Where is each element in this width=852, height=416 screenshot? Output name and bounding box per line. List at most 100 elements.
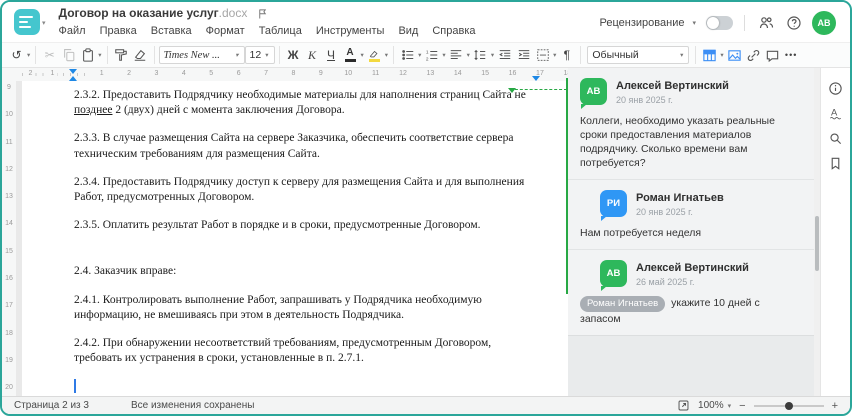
- user-avatar[interactable]: АВ: [812, 11, 836, 35]
- chevron-down-icon[interactable]: ▾: [692, 19, 696, 27]
- info-icon[interactable]: [827, 79, 845, 97]
- zoom-level-select[interactable]: 100% ▾: [698, 400, 731, 411]
- copy-icon[interactable]: [59, 45, 78, 65]
- insert-table-icon[interactable]: [700, 45, 719, 65]
- underline-button[interactable]: Ч: [322, 45, 341, 65]
- vertical-ruler[interactable]: 9 10 11 12 13 14 15 16 17 18 19 20: [2, 81, 16, 396]
- bookmark-icon[interactable]: [827, 154, 845, 172]
- document-extension: .docx: [218, 6, 248, 20]
- insert-image-icon[interactable]: [725, 45, 744, 65]
- bold-button[interactable]: Ж: [284, 45, 303, 65]
- menu-item[interactable]: Формат: [206, 25, 245, 37]
- paragraph[interactable]: 2.4.2. При обнаружении несоответствий тр…: [74, 336, 539, 366]
- menu-item[interactable]: Файл: [59, 25, 86, 37]
- svg-text:1: 1: [426, 49, 429, 55]
- help-icon[interactable]: [784, 13, 804, 33]
- highlight-dropdown-icon[interactable]: ▾: [384, 51, 389, 59]
- menu-item[interactable]: Вид: [398, 25, 418, 37]
- table-dropdown-icon[interactable]: ▾: [719, 51, 724, 59]
- search-icon[interactable]: [827, 129, 845, 147]
- mention-chip[interactable]: Роман Игнатьев: [580, 296, 666, 312]
- chevron-down-icon[interactable]: ▾: [42, 19, 46, 27]
- paste-dropdown-icon[interactable]: ▾: [97, 51, 102, 59]
- ruler-number: 16: [498, 70, 527, 77]
- review-toggle[interactable]: [706, 16, 733, 30]
- comment[interactable]: РИ Роман Игнатьев 20 янв 2025 г. Нам пот…: [568, 180, 814, 250]
- divider: [580, 46, 582, 64]
- paragraph[interactable]: 2.3.4. Предоставить Подрядчику доступ к …: [74, 175, 539, 205]
- undo-dropdown-icon[interactable]: ▾: [26, 51, 31, 59]
- zoom-out-button[interactable]: −: [739, 400, 745, 412]
- paragraph-text: 2.4.1. Контролировать выполнение Работ, …: [74, 293, 482, 321]
- favorite-flag-icon[interactable]: [257, 8, 268, 20]
- numbered-list-dropdown-icon[interactable]: ▾: [441, 51, 446, 59]
- fit-width-icon[interactable]: [677, 399, 690, 412]
- ruler-number: 11: [361, 70, 390, 77]
- zoom-in-button[interactable]: +: [832, 400, 838, 412]
- ruler-number: 6: [224, 70, 253, 77]
- comment[interactable]: АВ Алексей Вертинский 20 янв 2025 г. Кол…: [568, 68, 814, 180]
- italic-button[interactable]: К: [303, 45, 322, 65]
- zoom-slider-handle[interactable]: [784, 401, 793, 410]
- insert-link-icon[interactable]: [744, 45, 763, 65]
- menu-item[interactable]: Инструменты: [316, 25, 385, 37]
- save-status: Все изменения сохранены: [130, 400, 255, 411]
- zoom-slider[interactable]: [753, 401, 824, 410]
- paragraph-style-select[interactable]: Обычный ▾: [587, 46, 690, 64]
- menu-item[interactable]: Правка: [100, 25, 137, 37]
- divider: [278, 46, 280, 64]
- ruler-number: 16: [5, 275, 13, 283]
- bullet-list-icon[interactable]: [398, 45, 417, 65]
- ruler-number: 14: [5, 220, 13, 228]
- page-indicator[interactable]: Страница 2 из 3: [14, 400, 89, 411]
- insert-comment-icon[interactable]: [763, 45, 782, 65]
- paragraph-borders-icon[interactable]: [533, 45, 552, 65]
- menu-item[interactable]: Вставка: [151, 25, 192, 37]
- clear-style-icon[interactable]: [131, 45, 150, 65]
- app-header: ▾ Договор на оказание услуг .docx Файл Пр…: [2, 2, 850, 42]
- divider: [695, 46, 697, 64]
- paragraph[interactable]: 2.3.2. Предоставить Подрядчику необходим…: [74, 88, 539, 118]
- chevron-down-icon: ▾: [235, 52, 239, 59]
- format-painter-icon[interactable]: [112, 45, 131, 65]
- highlight-color-button[interactable]: [365, 45, 384, 65]
- paste-icon[interactable]: [78, 45, 97, 65]
- font-color-button[interactable]: А: [341, 45, 360, 65]
- divider: [744, 15, 745, 31]
- show-paragraph-marks-icon[interactable]: ¶: [557, 45, 576, 65]
- more-tools-icon[interactable]: •••: [782, 45, 801, 65]
- align-left-icon[interactable]: [447, 45, 466, 65]
- paragraph[interactable]: 2.4. Заказчик вправе:: [74, 264, 539, 279]
- font-size-select[interactable]: 12 ▾: [244, 46, 275, 64]
- horizontal-ruler[interactable]: 21 123456789101112131415161718: [2, 68, 568, 81]
- first-line-indent-marker[interactable]: [69, 69, 77, 74]
- decrease-indent-icon[interactable]: [495, 45, 514, 65]
- comment[interactable]: АВ Алексей Вертинский 26 май 2025 г. Ром…: [568, 250, 814, 335]
- line-spacing-icon[interactable]: [471, 45, 490, 65]
- paragraph[interactable]: 2.4.1. Контролировать выполнение Работ, …: [74, 293, 539, 323]
- cut-icon[interactable]: ✂: [40, 45, 59, 65]
- undo-icon[interactable]: ↺: [7, 45, 26, 65]
- font-name-select[interactable]: Times New ... ▾: [158, 46, 245, 64]
- comment-avatar: АВ: [600, 260, 627, 291]
- comment-thread[interactable]: АВ Алексей Вертинский 20 янв 2025 г. Кол…: [568, 68, 814, 336]
- divider: [35, 46, 37, 64]
- increase-indent-icon[interactable]: [514, 45, 533, 65]
- review-mode-button[interactable]: Рецензирование: [600, 17, 685, 29]
- numbered-list-icon[interactable]: 12: [422, 45, 441, 65]
- document-page[interactable]: 2.3.2. Предоставить Подрядчику необходим…: [22, 81, 568, 396]
- paragraph[interactable]: 2.3.3. В случае размещения Сайта на серв…: [74, 131, 539, 161]
- ruler-number: 13: [416, 70, 445, 77]
- app-menu-button[interactable]: [14, 9, 40, 35]
- menu-item[interactable]: Справка: [432, 25, 475, 37]
- ruler-number: 13: [5, 193, 13, 201]
- ruler-number: 1: [88, 70, 116, 77]
- spellcheck-icon[interactable]: А: [827, 104, 845, 122]
- menu-item[interactable]: Таблица: [259, 25, 302, 37]
- scrollbar-thumb[interactable]: [815, 216, 819, 271]
- commented-text[interactable]: позднее: [74, 104, 112, 116]
- users-icon[interactable]: [756, 13, 776, 33]
- comment-author: Алексей Вертинский: [616, 80, 729, 92]
- paragraph[interactable]: 2.3.5. Оплатить результат Работ в порядк…: [74, 218, 539, 233]
- ruler-number: 2: [115, 70, 143, 77]
